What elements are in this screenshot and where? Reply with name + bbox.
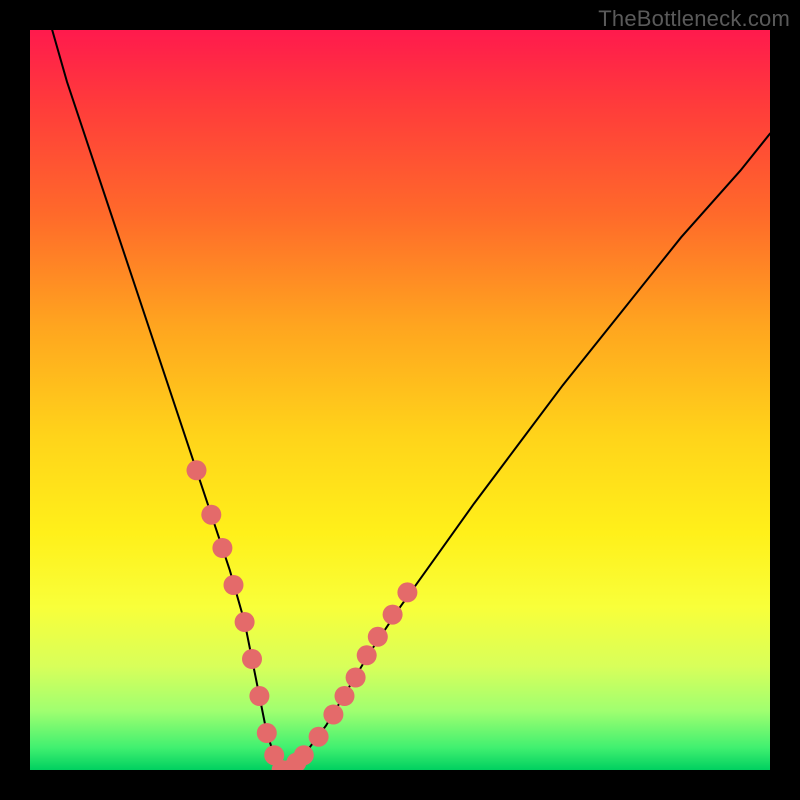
highlight-dot [368, 627, 388, 647]
highlight-dot [397, 582, 417, 602]
highlight-dot [294, 745, 314, 765]
highlight-dot [257, 723, 277, 743]
highlight-dot [212, 538, 232, 558]
highlight-dot [309, 727, 329, 747]
plot-area [30, 30, 770, 770]
highlight-dot [187, 460, 207, 480]
highlight-dot [235, 612, 255, 632]
highlight-markers [187, 460, 418, 770]
highlight-dot [201, 505, 221, 525]
highlight-dot [224, 575, 244, 595]
chart-svg [30, 30, 770, 770]
highlight-dot [346, 668, 366, 688]
watermark-label: TheBottleneck.com [598, 6, 790, 32]
highlight-dot [357, 645, 377, 665]
highlight-dot [249, 686, 269, 706]
highlight-dot [383, 605, 403, 625]
highlight-dot [323, 705, 343, 725]
highlight-dot [335, 686, 355, 706]
chart-frame: TheBottleneck.com [0, 0, 800, 800]
highlight-dot [242, 649, 262, 669]
bottleneck-curve [52, 30, 770, 770]
